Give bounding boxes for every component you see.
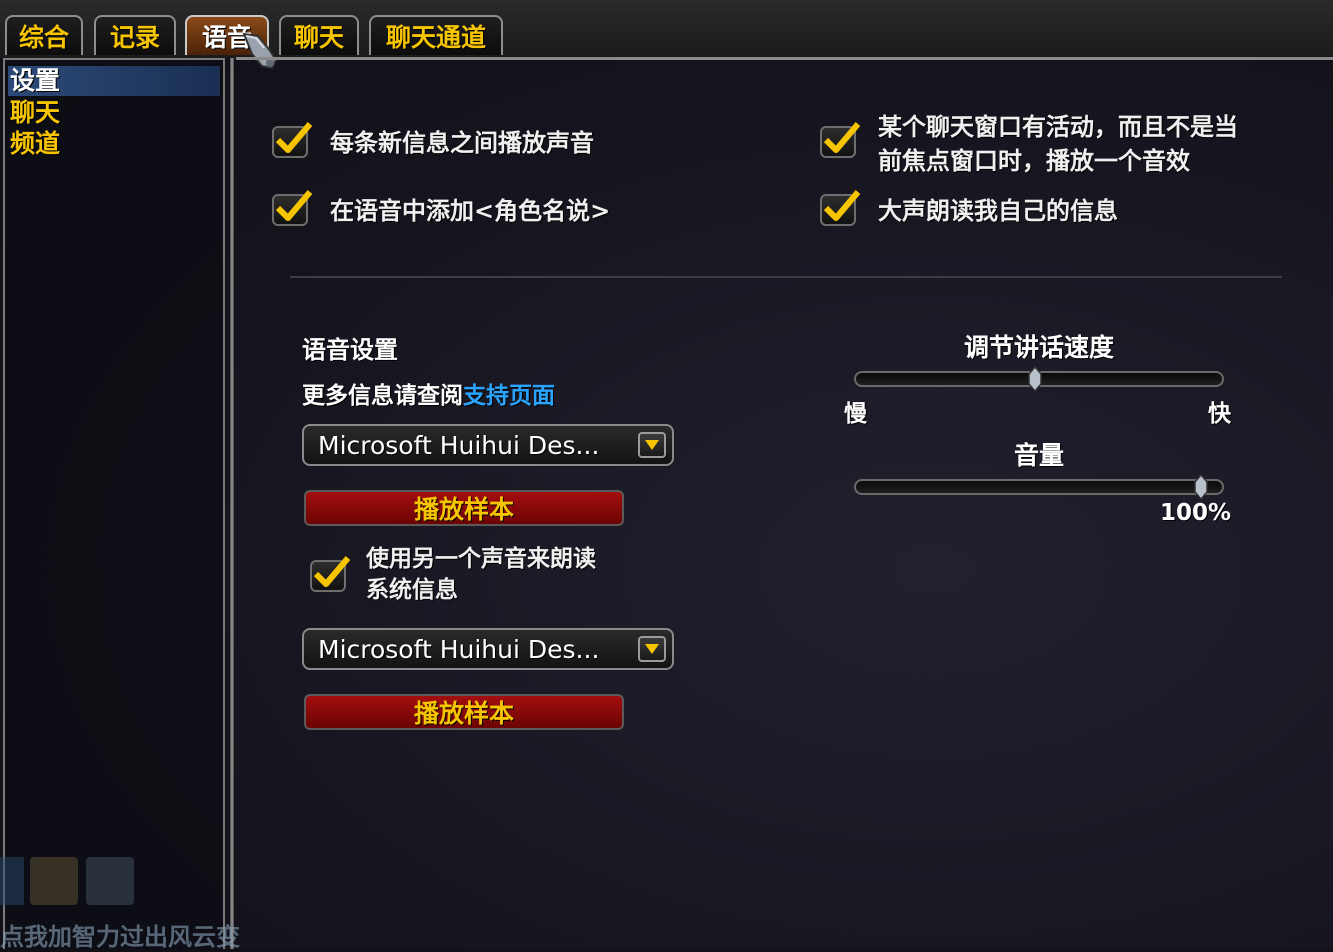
speed-min-label: 慢 — [844, 401, 867, 427]
slider-thumb-icon[interactable] — [1028, 366, 1042, 392]
volume-value-label: 100% — [1160, 500, 1232, 526]
option-add-name-says[interactable]: 在语音中添加<角色名说> — [272, 190, 611, 228]
voice-select-2[interactable]: Microsoft Huihui Des... — [302, 628, 674, 670]
dropdown-arrow-icon[interactable] — [638, 432, 666, 458]
option-label: 在语音中添加<角色名说> — [330, 197, 611, 225]
slider-thumb-icon[interactable] — [1194, 474, 1208, 500]
section-divider — [290, 276, 1282, 278]
sidebar-item-chat[interactable]: 聊天 — [8, 98, 220, 128]
gauntlet-cursor-icon — [242, 32, 278, 70]
support-page-link[interactable]: 支持页面 — [463, 383, 555, 409]
option-alt-voice[interactable]: 使用另一个声音来朗读 系统信息 — [310, 546, 596, 606]
content-top-border — [236, 57, 1333, 60]
category-panel — [3, 58, 225, 949]
volume-slider-title: 音量 — [1013, 441, 1064, 470]
option-label-line2: 前焦点窗口时，播放一个音效 — [878, 147, 1190, 175]
voice-select-value: Microsoft Huihui Des... — [318, 430, 600, 460]
dropdown-arrow-icon[interactable] — [638, 636, 666, 662]
speed-slider-title: 调节讲话速度 — [963, 333, 1114, 362]
checkmark-icon — [823, 122, 861, 153]
speed-slider[interactable] — [854, 366, 1224, 392]
voice-settings-heading: 语音设置 — [302, 336, 398, 364]
checkmark-icon — [275, 190, 313, 221]
checkbox[interactable] — [820, 190, 861, 226]
more-info-text: 更多信息请查阅支持页面 — [302, 376, 555, 410]
option-label-line1: 使用另一个声音来朗读 — [366, 546, 596, 572]
hud-text: 点我加智力过出风云变 — [0, 923, 240, 951]
tab-chat-channels[interactable]: 聊天通道 — [369, 15, 503, 55]
checkbox[interactable] — [310, 556, 351, 592]
option-label-line1: 某个聊天窗口有活动，而且不是当 — [878, 113, 1238, 141]
tab-log[interactable]: 记录 — [94, 15, 176, 55]
option-window-activity[interactable]: 某个聊天窗口有活动，而且不是当 前焦点窗口时，播放一个音效 — [820, 113, 1238, 178]
option-label: 每条新信息之间播放声音 — [330, 129, 594, 157]
volume-slider[interactable] — [854, 474, 1224, 500]
more-info-label: 更多信息请查阅 — [302, 383, 463, 409]
sidebar-item-settings[interactable]: 设置 — [8, 66, 220, 96]
checkbox[interactable] — [820, 122, 861, 158]
tab-chat[interactable]: 聊天 — [279, 15, 359, 55]
voice-select-value: Microsoft Huihui Des... — [318, 634, 600, 664]
checkmark-icon — [275, 122, 313, 153]
panel-divider — [230, 58, 234, 949]
checkmark-icon — [823, 190, 861, 221]
speed-max-label: 快 — [1208, 401, 1231, 427]
checkmark-icon — [313, 556, 351, 587]
play-sample-button-1[interactable]: 播放样本 — [304, 490, 624, 526]
background-hud: 点我加智力过出风云变 — [0, 855, 270, 951]
checkbox[interactable] — [272, 190, 313, 226]
option-read-own-messages[interactable]: 大声朗读我自己的信息 — [820, 190, 1118, 228]
checkbox[interactable] — [272, 122, 313, 158]
hud-icon — [0, 857, 24, 905]
voice-select-1[interactable]: Microsoft Huihui Des... — [302, 424, 674, 466]
sidebar-item-channels[interactable]: 频道 — [8, 129, 220, 159]
tab-general[interactable]: 综合 — [5, 15, 83, 55]
option-label-line2: 系统信息 — [366, 577, 458, 603]
option-play-sound-each-msg[interactable]: 每条新信息之间播放声音 — [272, 122, 594, 160]
play-sample-button-2[interactable]: 播放样本 — [304, 694, 624, 730]
hud-icon — [30, 857, 78, 905]
option-label: 大声朗读我自己的信息 — [878, 197, 1118, 225]
hud-icon — [86, 857, 134, 905]
